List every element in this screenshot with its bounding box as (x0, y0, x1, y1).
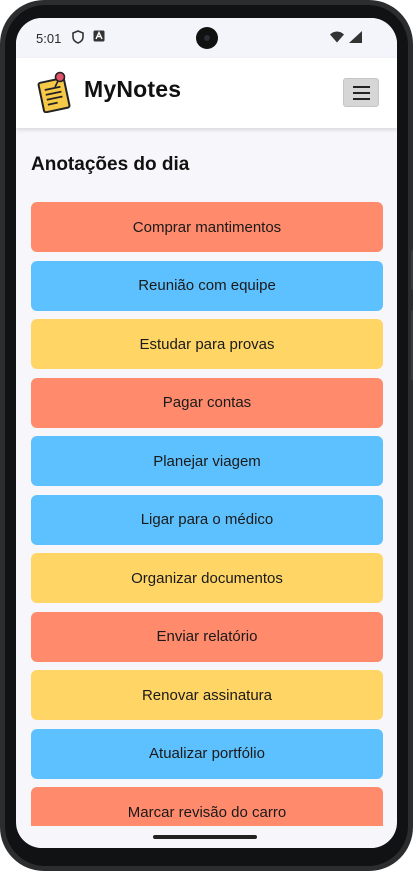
status-bar: 5:01 (16, 18, 397, 58)
notepad-pin-icon (36, 71, 74, 114)
front-camera (196, 27, 218, 49)
note-item[interactable]: Pagar contas (31, 377, 383, 428)
note-label: Ligar para o médico (140, 511, 274, 528)
note-label: Atualizar portfólio (149, 745, 265, 762)
note-item[interactable]: Estudar para provas (31, 319, 383, 369)
hamburger-icon-line (353, 92, 370, 94)
note-item[interactable]: Planejar viagem (31, 436, 383, 486)
hamburger-icon-line (353, 86, 370, 88)
note-item[interactable]: Atualizar portfólio (31, 728, 383, 779)
section-title: Anotações do dia (31, 154, 190, 175)
notes-list: Comprar mantimentos Reunião com equipe Est… (31, 202, 383, 846)
note-item[interactable]: Ligar para o médico (31, 494, 383, 545)
note-label: Organizar documentos (131, 569, 283, 587)
note-item[interactable]: Comprar mantimentos (31, 202, 383, 252)
battery-icon (349, 31, 363, 46)
menu-button[interactable] (343, 78, 379, 107)
hamburger-icon-line (353, 98, 370, 100)
app-title: MyNotes (84, 76, 182, 102)
note-label: Marcar revisão do carro (127, 803, 287, 821)
phone-frame: 5:01 MyNotes Anotações do dia Comprar ma… (0, 0, 413, 871)
note-label: Pagar contas (162, 394, 252, 411)
note-item[interactable]: Enviar relatório (31, 611, 383, 662)
font-a-icon (93, 30, 105, 45)
note-item[interactable]: Reunião com equipe (31, 260, 383, 311)
note-label: Planejar viagem (153, 452, 261, 470)
note-label: Reunião com equipe (138, 277, 276, 294)
status-time: 5:01 (36, 31, 62, 46)
app-header: MyNotes (16, 58, 397, 128)
note-label: Estudar para provas (139, 335, 275, 353)
note-label: Comprar mantimentos (132, 218, 282, 236)
home-indicator[interactable] (153, 835, 257, 839)
shield-icon (72, 30, 84, 47)
note-item[interactable]: Organizar documentos (31, 553, 383, 603)
wifi-icon (330, 31, 344, 46)
screen: 5:01 MyNotes Anotações do dia Comprar ma… (16, 18, 397, 848)
note-label: Renovar assinatura (141, 686, 273, 704)
note-item[interactable]: Renovar assinatura (31, 670, 383, 720)
note-label: Enviar relatório (156, 628, 258, 645)
